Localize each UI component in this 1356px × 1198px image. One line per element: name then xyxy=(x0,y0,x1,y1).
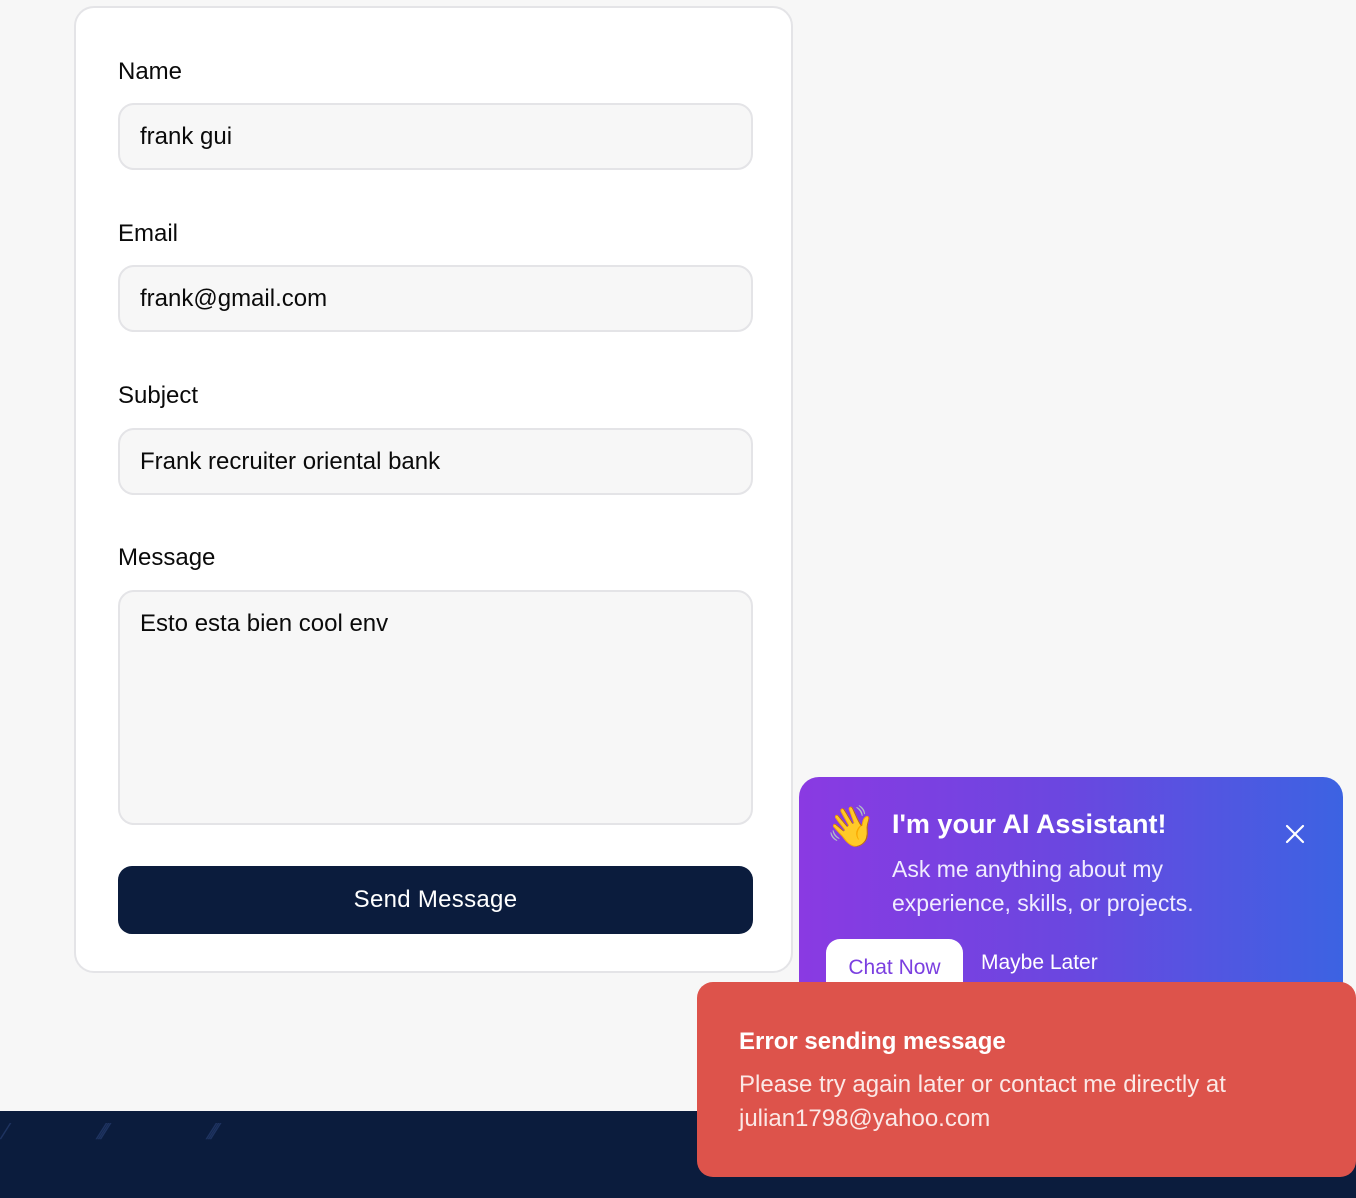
assistant-title: I'm your AI Assistant! xyxy=(892,809,1167,839)
name-label: Name xyxy=(118,58,183,85)
email-input[interactable] xyxy=(118,265,753,332)
subject-input[interactable] xyxy=(118,428,753,495)
waving-hand-icon: 👋 xyxy=(826,805,876,849)
toast-message: Please try again later or contact me dir… xyxy=(739,1071,1226,1132)
footer-decoration: /// xyxy=(203,1119,220,1144)
name-input[interactable] xyxy=(118,103,753,170)
message-textarea[interactable]: Esto esta bien cool env xyxy=(118,590,753,825)
subject-label: Subject xyxy=(118,382,199,409)
assistant-description: Ask me anything about my experience, ski… xyxy=(892,856,1194,916)
close-icon[interactable] xyxy=(1282,821,1308,847)
contact-form-card: Name Email Subject Message Esto esta bie… xyxy=(74,6,793,973)
error-toast: Error sending message Please try again l… xyxy=(697,982,1356,1177)
maybe-later-button[interactable]: Maybe Later xyxy=(981,951,1098,975)
send-message-button[interactable]: Send Message xyxy=(118,866,753,934)
footer-decoration: /// xyxy=(93,1119,110,1144)
message-label: Message xyxy=(118,544,216,571)
footer-decoration: / xyxy=(0,1119,9,1144)
email-label: Email xyxy=(118,220,179,247)
toast-title: Error sending message xyxy=(739,1028,1006,1055)
